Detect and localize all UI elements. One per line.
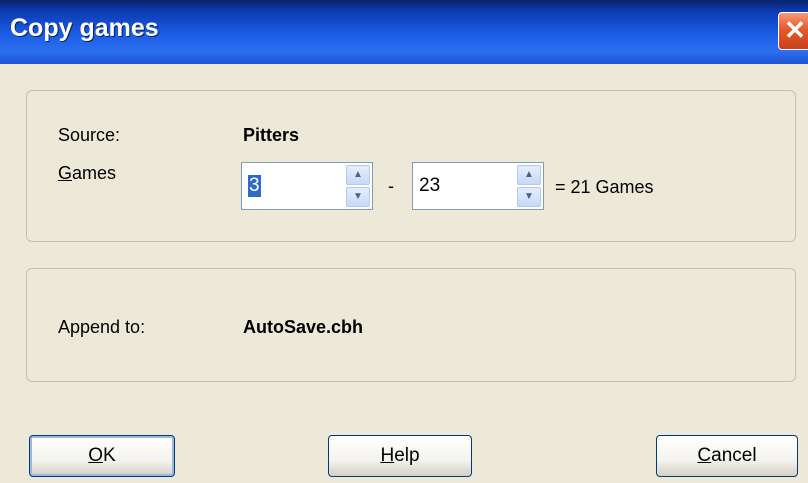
cancel-label-rest: ancel xyxy=(711,445,757,466)
range-start-input[interactable]: 3 xyxy=(248,175,261,197)
close-button[interactable]: ✕ xyxy=(778,12,808,50)
append-label: Append to: xyxy=(58,317,146,337)
source-label: Source: xyxy=(58,125,121,145)
source-value: Pitters xyxy=(243,125,300,145)
ok-button[interactable]: OK xyxy=(29,435,175,477)
range-start-down-arrow-icon[interactable]: ▼ xyxy=(346,187,370,207)
range-end-down-arrow-icon[interactable]: ▼ xyxy=(517,187,541,207)
help-label-rest: elp xyxy=(394,445,420,466)
range-separator: - xyxy=(388,176,394,196)
games-label: Games xyxy=(58,163,116,184)
cancel-button[interactable]: Cancel xyxy=(656,435,798,477)
games-label-accel: G xyxy=(58,163,73,183)
close-icon: ✕ xyxy=(784,15,806,45)
cancel-accel: C xyxy=(697,445,712,466)
source-group xyxy=(26,90,796,242)
range-end-up-arrow-icon[interactable]: ▲ xyxy=(517,165,541,185)
title-bar: Copy games ✕ xyxy=(0,0,808,64)
range-end-spinner[interactable]: 23 ▲ ▼ xyxy=(412,162,544,210)
ok-accel: O xyxy=(88,445,104,466)
range-start-up-arrow-icon[interactable]: ▲ xyxy=(346,165,370,185)
help-button[interactable]: Help xyxy=(328,435,472,477)
ok-label-rest: K xyxy=(103,445,116,466)
range-end-input[interactable]: 23 xyxy=(419,175,440,197)
help-accel: H xyxy=(380,445,395,466)
dialog-title: Copy games xyxy=(10,14,159,42)
append-value: AutoSave.cbh xyxy=(243,317,364,337)
range-start-arrows: ▲ ▼ xyxy=(346,165,370,207)
games-count: = 21 Games xyxy=(555,177,654,197)
range-start-spinner[interactable]: 3 ▲ ▼ xyxy=(241,162,373,210)
games-label-rest: ames xyxy=(72,163,117,183)
range-end-arrows: ▲ ▼ xyxy=(517,165,541,207)
